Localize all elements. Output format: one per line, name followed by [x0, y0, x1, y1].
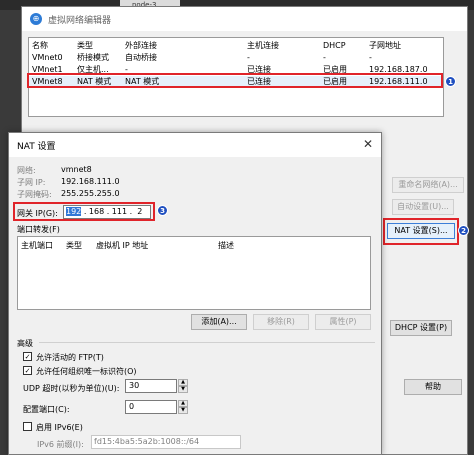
column-header: 虚拟机 IP 地址	[96, 241, 149, 250]
table-cell: 自动桥接	[125, 53, 157, 62]
remove-button[interactable]: 移除(R)	[253, 314, 309, 330]
nat-settings-dialog: NAT 设置 ✕ 网络: vmnet8 子网 IP: 192.168.111.0…	[8, 132, 382, 455]
table-cell: -	[247, 53, 250, 62]
column-header: 描述	[218, 241, 234, 250]
nat-settings-highlight-box	[383, 218, 459, 245]
table-cell: -	[369, 53, 372, 62]
vmnet8-highlight-box	[27, 73, 443, 88]
nat-title-bar: NAT 设置 ✕	[9, 133, 381, 157]
advanced-label: 高级	[17, 339, 33, 348]
subnet-ip-value: 192.168.111.0	[61, 177, 120, 186]
close-icon[interactable]: ✕	[363, 137, 373, 151]
ipv6-prefix-label: IPv6 前缀(I):	[37, 440, 84, 449]
help-button[interactable]: 帮助	[404, 379, 462, 395]
allow-ftp-label: 允许活动的 FTP(T)	[36, 353, 104, 362]
step-badge-1: 1	[445, 76, 456, 87]
udp-timeout-label: UDP 超时(以秒为单位)(U):	[23, 384, 120, 393]
add-button[interactable]: 添加(A)...	[191, 314, 247, 330]
column-header: 类型	[77, 41, 93, 50]
column-header: 外部连接	[125, 41, 157, 50]
allow-oui-checkbox[interactable]: ✓	[23, 366, 32, 375]
port-forwarding-table[interactable]: 主机端口 类型 虚拟机 IP 地址 描述	[17, 236, 371, 310]
spin-down-icon[interactable]: ▼	[178, 407, 188, 414]
table-row[interactable]: VMnet0 桥接模式 自动桥接 - - -	[29, 52, 443, 63]
main-title-bar: ⊕ 虚拟网络编辑器	[22, 7, 467, 31]
network-value: vmnet8	[61, 165, 92, 174]
subnet-mask-label: 子网掩码:	[17, 190, 52, 199]
ipv6-prefix-field[interactable]: fd15:4ba5:5a2b:1008::/64	[91, 435, 241, 449]
column-header: 主机端口	[21, 241, 53, 250]
config-port-stepper[interactable]: 0	[125, 400, 177, 414]
nat-dialog-title: NAT 设置	[17, 142, 56, 152]
rename-network-button[interactable]: 重命名网络(A)...	[392, 177, 464, 193]
allow-oui-label: 允许任何组织唯一标识符(O)	[36, 367, 137, 376]
dhcp-settings-button[interactable]: DHCP 设置(P)	[390, 320, 452, 336]
auto-settings-button[interactable]: 自动设置(U)...	[392, 199, 454, 215]
spin-down-icon[interactable]: ▼	[178, 386, 188, 393]
udp-timeout-stepper[interactable]: 30	[125, 379, 177, 393]
advanced-divider	[39, 342, 375, 343]
column-header: 子网地址	[369, 41, 401, 50]
network-label: 网络:	[17, 166, 36, 175]
network-table-header: 名称 类型 外部连接 主机连接 DHCP 子网地址	[29, 40, 443, 51]
properties-button[interactable]: 属性(P)	[315, 314, 371, 330]
main-window-title: 虚拟网络编辑器	[48, 16, 112, 26]
column-header: 类型	[66, 241, 82, 250]
step-badge-2: 2	[458, 225, 469, 236]
spin-up-icon[interactable]: ▲	[178, 400, 188, 407]
port-forwarding-label: 端口转发(F)	[17, 225, 60, 234]
subnet-mask-value: 255.255.255.0	[61, 189, 120, 198]
column-header: 主机连接	[247, 41, 279, 50]
column-header: DHCP	[323, 41, 346, 50]
table-cell: 桥接模式	[77, 53, 109, 62]
network-app-icon: ⊕	[30, 13, 42, 25]
spin-up-icon[interactable]: ▲	[178, 379, 188, 386]
enable-ipv6-checkbox[interactable]	[23, 422, 32, 431]
config-port-label: 配置端口(C):	[23, 405, 70, 414]
allow-ftp-checkbox[interactable]: ✓	[23, 352, 32, 361]
gateway-highlight-box	[13, 202, 155, 221]
table-cell: VMnet0	[32, 53, 63, 62]
column-header: 名称	[32, 41, 48, 50]
enable-ipv6-label: 启用 IPv6(E)	[36, 423, 83, 432]
table-cell: -	[323, 53, 326, 62]
step-badge-3: 3	[157, 205, 168, 216]
subnet-ip-label: 子网 IP:	[17, 178, 46, 187]
